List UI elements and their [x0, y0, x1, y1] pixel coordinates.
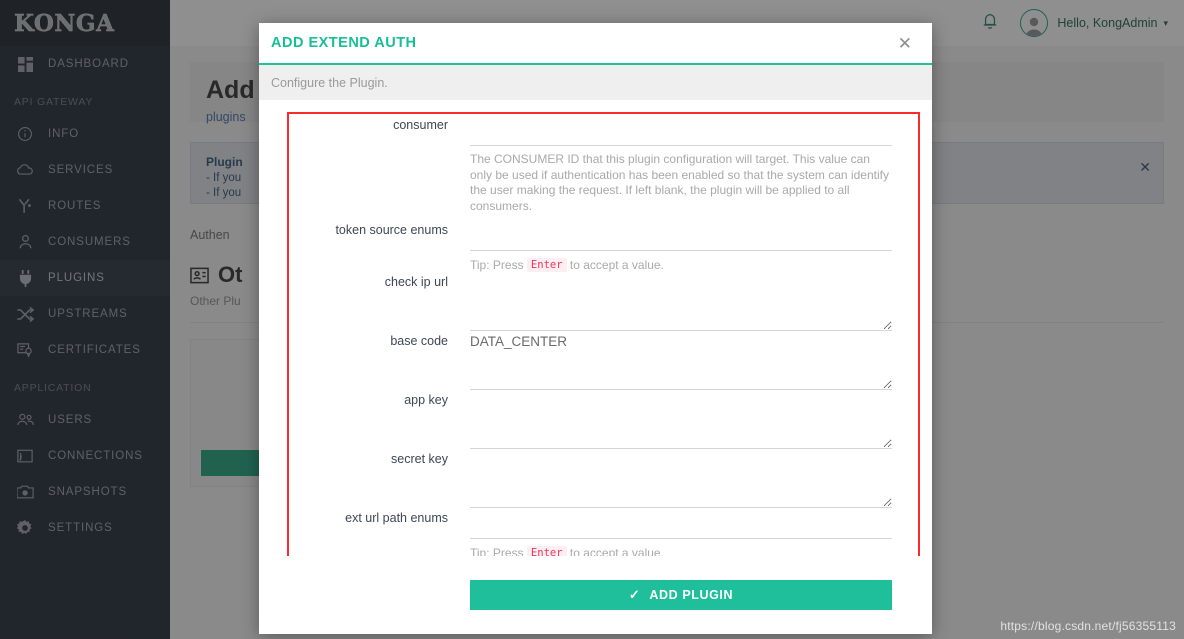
ext-url-path-enums-input[interactable] — [470, 509, 892, 539]
field-label: ext url path enums — [345, 511, 448, 525]
tip-prefix: Tip: Press — [470, 546, 524, 556]
base-code-textarea[interactable] — [470, 332, 892, 390]
field-label: base code — [390, 334, 448, 348]
tip-suffix: to accept a value. — [569, 258, 664, 272]
check-ip-url-textarea[interactable] — [470, 273, 892, 331]
field-label: secret key — [391, 452, 448, 466]
add-plugin-label: ADD PLUGIN — [649, 588, 734, 602]
check-icon: ✓ — [628, 587, 641, 602]
token-source-enums-tip: Tip: Press Enter to accept a value. — [470, 251, 892, 272]
field-row-token-source-enums: token source enums Tip: Press Enter to a… — [289, 221, 892, 272]
tip-prefix: Tip: Press — [470, 258, 524, 272]
field-label: token source enums — [335, 223, 448, 237]
field-row-consumer: consumer The CONSUMER ID that this plugi… — [289, 116, 892, 214]
consumer-help-text: The CONSUMER ID that this plugin configu… — [470, 152, 889, 213]
field-row-base-code: base code — [289, 332, 892, 390]
add-plugin-modal: ADD EXTEND AUTH ✕ Configure the Plugin. … — [259, 23, 932, 634]
tip-suffix: to accept a value. — [569, 546, 664, 556]
modal-subtitle: Configure the Plugin. — [271, 75, 388, 90]
field-label: app key — [404, 393, 448, 407]
modal-header: ADD EXTEND AUTH ✕ — [259, 23, 932, 65]
field-row-secret-key: secret key — [289, 450, 892, 508]
enter-key-badge: Enter — [526, 258, 567, 272]
enter-key-badge: Enter — [526, 546, 567, 556]
app-key-textarea[interactable] — [470, 391, 892, 449]
add-plugin-button[interactable]: ✓ ADD PLUGIN — [470, 580, 892, 610]
field-label: consumer — [393, 118, 448, 132]
modal-footer: ✓ ADD PLUGIN — [259, 556, 932, 634]
field-label: check ip url — [384, 275, 448, 289]
modal-title: ADD EXTEND AUTH — [271, 35, 417, 51]
consumer-input[interactable] — [470, 116, 892, 146]
app-root: KONGA DASHBOARD API GATEWAY INFO SERVICE… — [0, 0, 1184, 639]
close-icon[interactable]: ✕ — [892, 31, 918, 56]
field-row-app-key: app key — [289, 391, 892, 449]
ext-url-path-enums-tip: Tip: Press Enter to accept a value. — [470, 539, 892, 556]
form-fields: consumer The CONSUMER ID that this plugi… — [259, 100, 932, 556]
token-source-enums-input[interactable] — [470, 221, 892, 251]
plugin-form: consumer The CONSUMER ID that this plugi… — [259, 100, 932, 556]
field-row-ext-url-path-enums: ext url path enums Tip: Press Enter to a… — [289, 509, 892, 556]
watermark: https://blog.csdn.net/fj56355113 — [1000, 619, 1176, 633]
modal-subtitle-bar: Configure the Plugin. — [259, 65, 932, 100]
field-row-check-ip-url: check ip url — [289, 273, 892, 331]
secret-key-textarea[interactable] — [470, 450, 892, 508]
